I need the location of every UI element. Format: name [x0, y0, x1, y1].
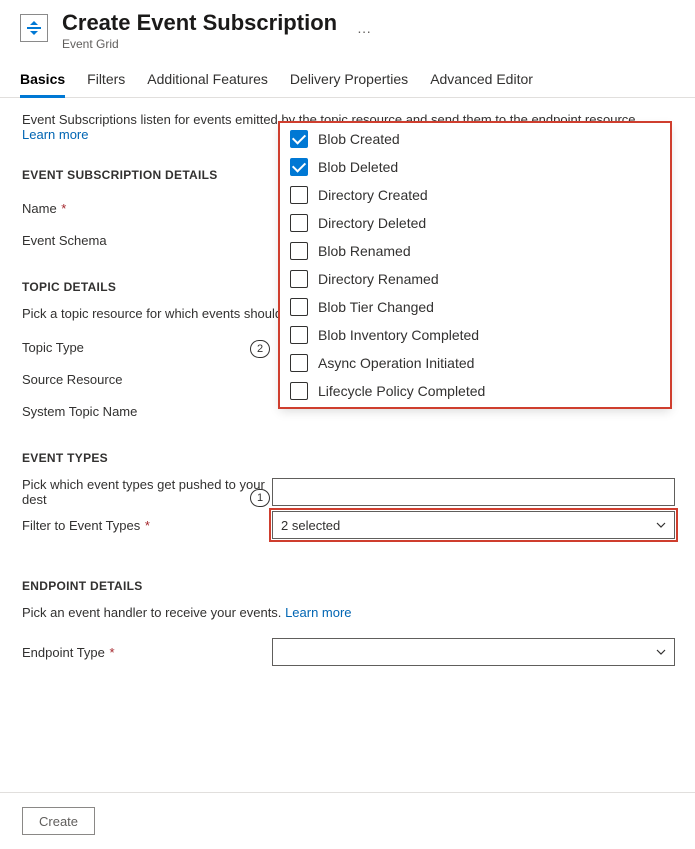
section-event-types: EVENT TYPES — [22, 451, 675, 465]
event-types-description: Pick which event types get pushed to you… — [22, 477, 272, 507]
section-endpoint-details: ENDPOINT DETAILS — [22, 579, 675, 593]
filter-selected-text: 2 selected — [281, 518, 340, 533]
event-type-option[interactable]: Directory Created — [280, 181, 670, 209]
checkbox-icon — [290, 354, 308, 372]
event-type-option-label: Blob Deleted — [318, 159, 398, 175]
event-grid-icon — [20, 14, 48, 42]
page-header: Create Event Subscription Event Grid ··· — [0, 0, 695, 57]
tab-additional-features[interactable]: Additional Features — [147, 63, 268, 97]
checkbox-icon — [290, 382, 308, 400]
create-button[interactable]: Create — [22, 807, 95, 835]
event-type-option-label: Blob Created — [318, 131, 400, 147]
checkbox-icon — [290, 186, 308, 204]
checkbox-icon — [290, 242, 308, 260]
event-type-option[interactable]: Directory Renamed — [280, 265, 670, 293]
event-type-option[interactable]: Blob Tier Changed — [280, 293, 670, 321]
system-topic-name-label: System Topic Name — [22, 404, 272, 419]
filter-to-event-types-select[interactable]: 2 selected — [272, 511, 675, 539]
chevron-down-icon — [656, 520, 666, 530]
event-type-option-label: Blob Renamed — [318, 243, 411, 259]
event-type-option[interactable]: Directory Deleted — [280, 209, 670, 237]
event-type-option-label: Directory Renamed — [318, 271, 439, 287]
footer: Create — [0, 792, 695, 849]
event-type-option-label: Lifecycle Policy Completed — [318, 383, 485, 399]
event-types-search-input[interactable] — [272, 478, 675, 506]
event-type-option-label: Blob Inventory Completed — [318, 327, 479, 343]
chevron-down-icon — [656, 647, 666, 657]
event-type-option[interactable]: Lifecycle Policy Completed — [280, 377, 670, 405]
checkbox-icon — [290, 326, 308, 344]
callout-badge-2: 2 — [250, 340, 270, 358]
endpoint-type-select[interactable] — [272, 638, 675, 666]
source-resource-label: Source Resource — [22, 372, 272, 387]
topic-type-label: Topic Type — [22, 340, 272, 355]
event-type-option-label: Directory Deleted — [318, 215, 426, 231]
event-type-option-label: Directory Created — [318, 187, 428, 203]
endpoint-details-description: Pick an event handler to receive your ev… — [22, 605, 675, 620]
page-subtitle: Event Grid — [62, 37, 337, 51]
event-type-option[interactable]: Blob Deleted — [280, 153, 670, 181]
checkbox-icon — [290, 130, 308, 148]
callout-badge-1: 1 — [250, 489, 270, 507]
endpoint-learn-more-link[interactable]: Learn more — [285, 605, 351, 620]
tab-basics[interactable]: Basics — [20, 63, 65, 97]
tab-filters[interactable]: Filters — [87, 63, 125, 97]
event-type-option[interactable]: Blob Renamed — [280, 237, 670, 265]
endpoint-type-label: Endpoint Type * — [22, 645, 272, 660]
checkbox-icon — [290, 298, 308, 316]
tab-bar: Basics Filters Additional Features Deliv… — [0, 57, 695, 98]
more-actions-button[interactable]: ··· — [357, 23, 371, 39]
checkbox-icon — [290, 214, 308, 232]
event-type-option[interactable]: Blob Created — [280, 125, 670, 153]
event-type-option[interactable]: Blob Inventory Completed — [280, 321, 670, 349]
event-types-dropdown[interactable]: Blob Created Blob Deleted Directory Create… — [280, 123, 670, 407]
tab-advanced-editor[interactable]: Advanced Editor — [430, 63, 533, 97]
checkbox-icon — [290, 270, 308, 288]
name-label: Name * — [22, 201, 272, 216]
event-type-option-label: Blob Tier Changed — [318, 299, 434, 315]
tab-delivery-properties[interactable]: Delivery Properties — [290, 63, 408, 97]
event-schema-label: Event Schema — [22, 233, 272, 248]
page-title: Create Event Subscription — [62, 10, 337, 36]
filter-to-event-types-label: Filter to Event Types * — [22, 518, 272, 533]
learn-more-link[interactable]: Learn more — [22, 127, 88, 142]
endpoint-desc-text: Pick an event handler to receive your ev… — [22, 605, 281, 620]
content-area: Event Subscriptions listen for events em… — [0, 98, 695, 666]
event-type-option[interactable]: Async Operation Initiated — [280, 349, 670, 377]
checkbox-icon — [290, 158, 308, 176]
event-type-option-label: Async Operation Initiated — [318, 355, 474, 371]
